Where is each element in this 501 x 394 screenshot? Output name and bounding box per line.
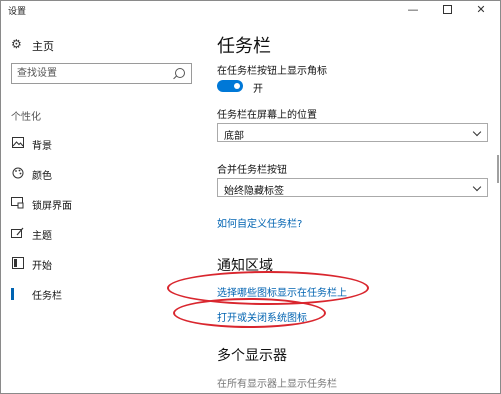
main-content: 任务栏 在任务栏按钮上显示角标 开 任务栏在屏幕上的位置 底部 合并任务栏按钮 … [201,19,500,393]
search-box[interactable] [11,63,192,84]
gear-icon: ⚙ [11,37,22,51]
multiple-displays-title: 多个显示器 [217,348,287,364]
window-title: 设置 [8,7,27,17]
sidebar: ⚙ 主页 个性化 背景 颜色 锁屏界面 [1,19,201,393]
taskbar-icon [11,288,14,300]
sidebar-item-colors[interactable]: 颜色 [1,162,201,186]
sidebar-item-label: 开始 [32,261,52,272]
show-taskbar-all-displays-label: 在所有显示器上显示任务栏 [217,379,337,390]
position-label: 任务栏在屏幕上的位置 [217,110,317,121]
combine-label: 合并任务栏按钮 [217,165,287,176]
badge-toggle-label: 在任务栏按钮上显示角标 [217,66,327,77]
sidebar-item-background[interactable]: 背景 [1,132,201,156]
notification-area-title: 通知区域 [217,258,273,274]
section-label-personalization: 个性化 [11,112,41,123]
sidebar-item-label: 颜色 [32,171,52,182]
sidebar-item-label: 主题 [32,231,52,242]
minimize-icon: — [407,3,419,16]
maximize-button[interactable] [433,1,461,19]
search-input[interactable] [12,64,172,83]
position-value: 底部 [224,131,244,142]
palette-icon [11,167,24,180]
theme-icon [11,227,24,240]
select-icons-link[interactable]: 选择哪些图标显示在任务栏上 [217,284,347,299]
combine-dropdown[interactable]: 始终隐藏标签 [217,178,488,197]
sidebar-item-taskbar[interactable]: 任务栏 [1,282,201,306]
toggle-knob [234,83,240,89]
system-icons-link[interactable]: 打开或关闭系统图标 [217,309,307,324]
close-icon: ✕ [476,3,486,16]
search-icon[interactable] [175,68,185,78]
customize-taskbar-link[interactable]: 如何自定义任务栏? [217,215,302,230]
sidebar-item-start[interactable]: 开始 [1,252,201,276]
home-label: 主页 [32,40,54,53]
start-icon [11,257,24,270]
minimize-button[interactable]: — [399,1,427,19]
scrollbar-thumb[interactable] [497,155,499,183]
sidebar-item-themes[interactable]: 主题 [1,222,201,246]
page-title: 任务栏 [217,36,271,57]
position-dropdown[interactable]: 底部 [217,123,488,142]
sidebar-item-label: 锁屏界面 [32,201,72,212]
close-button[interactable]: ✕ [467,1,495,19]
lock-screen-icon [11,197,24,210]
chevron-down-icon [472,127,482,137]
badge-toggle[interactable] [217,80,243,92]
sidebar-item-lock-screen[interactable]: 锁屏界面 [1,192,201,216]
badge-toggle-state: 开 [253,84,263,95]
sidebar-item-label: 任务栏 [32,291,62,302]
chevron-down-icon [472,182,482,192]
settings-window: 设置 — ✕ ⚙ 主页 个性化 背景 颜色 [0,0,501,394]
combine-value: 始终隐藏标签 [224,186,284,197]
sidebar-item-label: 背景 [32,141,52,152]
maximize-icon [442,4,452,14]
title-bar: 设置 — ✕ [1,1,500,19]
image-icon [11,137,24,150]
